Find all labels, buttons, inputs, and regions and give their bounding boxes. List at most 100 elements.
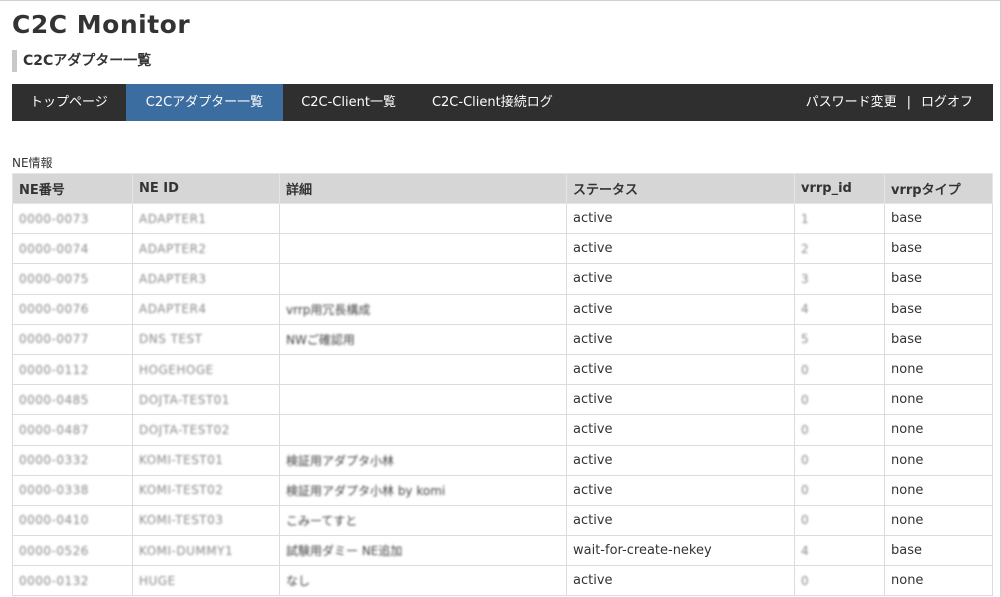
table-row: 0000-0487 DOJTA-TEST02 active 0 none	[12, 414, 993, 446]
page-subtitle: C2Cアダプター一覧	[12, 50, 151, 72]
cell-vrrp-type: none	[884, 565, 993, 597]
cell-details	[279, 233, 567, 265]
cell-vrrp-id: 0	[794, 565, 885, 597]
cell-ne-id: ADAPTER3	[132, 263, 280, 295]
cell-vrrp-type: base	[884, 233, 993, 265]
cell-vrrp-type: none	[884, 504, 993, 537]
cell-ne-id: KOMI-TEST03	[132, 504, 280, 537]
change-password-link[interactable]: パスワード変更	[800, 84, 903, 121]
cell-details: vrrp用冗長構成	[279, 293, 567, 325]
cell-vrrp-type: none	[884, 444, 993, 476]
cell-vrrp-id: 0	[794, 474, 885, 506]
cell-ne-number: 0000-0332	[12, 444, 133, 476]
header-status: ステータス	[566, 173, 795, 204]
table-row: 0000-0077 DNS TEST NWご確認用 active 5 base	[12, 323, 993, 355]
nav-c2c-client-list[interactable]: C2C-Client一覧	[283, 84, 414, 121]
cell-ne-number: 0000-0112	[12, 353, 133, 386]
table-row: 0000-0332 KOMI-TEST01 検証用アダプタ小林 active 0 none	[12, 444, 993, 476]
cell-ne-number: 0000-0485	[12, 384, 133, 416]
cell-vrrp-type: none	[884, 414, 993, 446]
header-ne-id: NE ID	[132, 173, 280, 204]
cell-ne-id: KOMI-TEST02	[132, 474, 280, 506]
cell-status: active	[566, 233, 795, 265]
cell-details	[279, 384, 567, 416]
cell-vrrp-id: 5	[794, 323, 885, 355]
table-body: 0000-0073 ADAPTER1 active 1 base 0000-0074 ADA…	[12, 202, 993, 597]
cell-details: 検証用アダプタ小林	[279, 444, 567, 476]
cell-details	[279, 414, 567, 446]
nav-user-actions: パスワード変更 | ログオフ	[800, 84, 993, 121]
frame-top-border	[0, 0, 1001, 1]
table-row: 0000-0076 ADAPTER4 vrrp用冗長構成 active 4 base	[12, 293, 993, 325]
cell-vrrp-type: base	[884, 202, 993, 235]
cell-status: active	[566, 384, 795, 416]
cell-vrrp-id: 4	[794, 535, 885, 567]
cell-ne-id: KOMI-TEST01	[132, 444, 280, 476]
cell-status: active	[566, 293, 795, 325]
table-row: 0000-0526 KOMI-DUMMY1 試験用ダミー NE追加 wait-for-…	[12, 535, 993, 567]
cell-vrrp-type: none	[884, 353, 993, 386]
cell-vrrp-type: base	[884, 293, 993, 325]
cell-vrrp-id: 3	[794, 263, 885, 295]
nav-c2c-adapter-list[interactable]: C2Cアダプター一覧	[125, 84, 284, 121]
cell-ne-id: DOJTA-TEST02	[132, 414, 280, 446]
cell-status: active	[566, 353, 795, 386]
cell-ne-id: KOMI-DUMMY1	[132, 535, 280, 567]
cell-ne-number: 0000-0074	[12, 233, 133, 265]
cell-ne-number: 0000-0410	[12, 504, 133, 537]
cell-ne-id: DNS TEST	[132, 323, 280, 355]
cell-status: active	[566, 444, 795, 476]
nav-c2c-client-connection-log[interactable]: C2C-Client接続ログ	[414, 84, 571, 121]
logout-link[interactable]: ログオフ	[915, 84, 979, 121]
cell-vrrp-id: 2	[794, 233, 885, 265]
cell-vrrp-type: none	[884, 384, 993, 416]
table-row: 0000-0338 KOMI-TEST02 検証用アダプタ小林 by komi act…	[12, 474, 993, 506]
cell-ne-number: 0000-0132	[12, 565, 133, 597]
cell-ne-number: 0000-0077	[12, 323, 133, 355]
cell-ne-number: 0000-0076	[12, 293, 133, 325]
cell-ne-number: 0000-0338	[12, 474, 133, 506]
ne-table: NE番号 NE ID 詳細 ステータス vrrp_id vrrpタイプ 0000…	[12, 173, 993, 597]
cell-vrrp-type: base	[884, 263, 993, 295]
app-title: C2C Monitor	[12, 10, 191, 39]
cell-vrrp-id: 0	[794, 384, 885, 416]
header-ne-number: NE番号	[12, 173, 133, 204]
nav-top-page[interactable]: トップページ	[12, 84, 126, 121]
nav-separator: |	[906, 95, 911, 110]
table-row: 0000-0073 ADAPTER1 active 1 base	[12, 202, 993, 235]
table-row: 0000-0132 HUGE なし active 0 none	[12, 565, 993, 597]
cell-status: active	[566, 414, 795, 446]
table-row: 0000-0112 HOGEHOGE active 0 none	[12, 353, 993, 386]
section-label: NE情報	[12, 156, 53, 170]
cell-vrrp-type: none	[884, 474, 993, 506]
table-row: 0000-0075 ADAPTER3 active 3 base	[12, 263, 993, 295]
cell-ne-number: 0000-0075	[12, 263, 133, 295]
table-row: 0000-0410 KOMI-TEST03 こみーてすと active 0 none	[12, 504, 993, 537]
header-details: 詳細	[279, 173, 567, 204]
cell-vrrp-id: 1	[794, 202, 885, 235]
cell-details: 試験用ダミー NE追加	[279, 535, 567, 567]
cell-status: active	[566, 565, 795, 597]
cell-details: NWご確認用	[279, 323, 567, 355]
cell-status: wait-for-create-nekey	[566, 535, 795, 567]
cell-ne-number: 0000-0526	[12, 535, 133, 567]
main-nav: トップページ C2Cアダプター一覧 C2C-Client一覧 C2C-Clien…	[12, 84, 993, 121]
cell-details: 検証用アダプタ小林 by komi	[279, 474, 567, 506]
cell-status: active	[566, 474, 795, 506]
cell-vrrp-id: 0	[794, 414, 885, 446]
cell-ne-id: ADAPTER1	[132, 202, 280, 235]
table-row: 0000-0074 ADAPTER2 active 2 base	[12, 233, 993, 265]
cell-vrrp-type: base	[884, 535, 993, 567]
cell-details: こみーてすと	[279, 504, 567, 537]
cell-ne-number: 0000-0073	[12, 202, 133, 235]
cell-details	[279, 353, 567, 386]
cell-ne-number: 0000-0487	[12, 414, 133, 446]
cell-ne-id: ADAPTER4	[132, 293, 280, 325]
cell-status: active	[566, 323, 795, 355]
cell-status: active	[566, 504, 795, 537]
cell-vrrp-type: base	[884, 323, 993, 355]
table-header-row: NE番号 NE ID 詳細 ステータス vrrp_id vrrpタイプ	[12, 173, 993, 204]
cell-ne-id: HOGEHOGE	[132, 353, 280, 386]
cell-vrrp-id: 0	[794, 353, 885, 386]
cell-status: active	[566, 263, 795, 295]
